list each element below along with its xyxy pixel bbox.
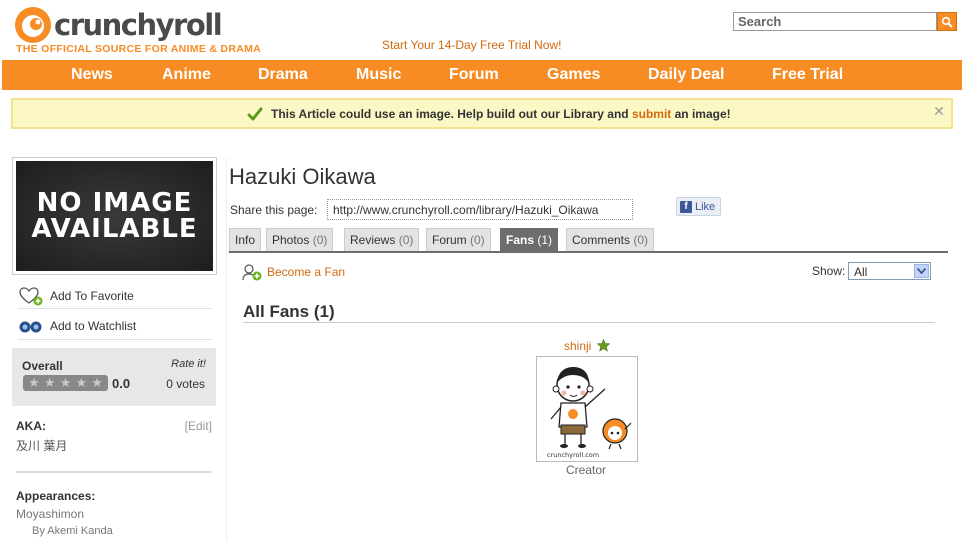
nav-forum[interactable]: Forum bbox=[449, 60, 499, 90]
no-image-line-1: NO IMAGE bbox=[36, 188, 193, 218]
facebook-like-label: Like bbox=[695, 200, 716, 213]
tab-reviews[interactable]: Reviews (0) bbox=[344, 228, 420, 252]
tab-info[interactable]: Info bbox=[229, 228, 262, 252]
nav-free-trial[interactable]: Free Trial bbox=[772, 60, 843, 90]
show-filter-label: Show: bbox=[812, 264, 846, 278]
page-title: Hazuki Oikawa bbox=[229, 164, 376, 189]
tab-label: Photos bbox=[272, 233, 310, 247]
search-icon bbox=[941, 16, 953, 28]
show-filter-value: All bbox=[854, 265, 868, 279]
tab-label: Comments bbox=[572, 233, 631, 247]
tab-photos[interactable]: Photos (0) bbox=[266, 228, 334, 252]
main-nav: News Anime Drama Music Forum Games Daily… bbox=[2, 60, 962, 90]
add-to-watchlist-label: Add to Watchlist bbox=[50, 319, 137, 333]
star-icon[interactable]: ★ bbox=[91, 375, 103, 391]
tab-count: (0) bbox=[398, 233, 414, 247]
tab-count: (0) bbox=[470, 233, 485, 247]
nav-music[interactable]: Music bbox=[356, 60, 401, 90]
no-image-panel: NO IMAGE AVAILABLE bbox=[16, 161, 213, 271]
add-to-favorite-button[interactable]: Add To Favorite bbox=[18, 282, 213, 308]
rating-panel: Overall Rate it! ★ ★ ★ ★ ★ 0.0 0 votes bbox=[12, 348, 216, 406]
tab-fans[interactable]: Fans (1) bbox=[500, 228, 559, 252]
rating-score: 0.0 bbox=[112, 376, 131, 391]
facebook-like-button[interactable]: f Like bbox=[676, 197, 721, 216]
tab-underline bbox=[229, 251, 948, 253]
fan-name-link[interactable]: shinji bbox=[564, 339, 591, 353]
rate-it-label: Rate it! bbox=[171, 358, 206, 370]
avatar-illustration: crunchyroll.com bbox=[547, 367, 632, 459]
add-to-favorite-label: Add To Favorite bbox=[50, 289, 134, 303]
star-icon[interactable]: ★ bbox=[75, 375, 87, 391]
divider bbox=[16, 471, 212, 473]
divider bbox=[18, 308, 213, 309]
chevron-down-icon[interactable] bbox=[914, 264, 929, 278]
share-label: Share this page: bbox=[230, 203, 318, 217]
notice-banner: This Article could use an image. Help bu… bbox=[11, 98, 953, 129]
add-to-watchlist-button[interactable]: Add to Watchlist bbox=[18, 312, 213, 338]
section-divider bbox=[243, 322, 935, 323]
avatar-caption: crunchyroll.com bbox=[547, 451, 599, 459]
tab-label: Reviews bbox=[350, 233, 396, 247]
crunchyroll-logo-icon bbox=[15, 7, 51, 43]
appearances-label: Appearances: bbox=[16, 489, 96, 503]
close-icon[interactable]: ✕ bbox=[932, 104, 946, 118]
aka-value: 及川 葉月 bbox=[16, 439, 68, 453]
submit-link[interactable]: submit bbox=[632, 107, 671, 121]
fan-avatar[interactable]: crunchyroll.com bbox=[536, 356, 638, 462]
notice-text-before: This Article could use an image. Help bu… bbox=[271, 107, 632, 121]
free-trial-link[interactable]: Start Your 14-Day Free Trial Now! bbox=[382, 38, 561, 52]
notice-text-after: an image! bbox=[671, 107, 731, 121]
star-icon[interactable]: ★ bbox=[28, 375, 40, 391]
no-image-line-2: AVAILABLE bbox=[31, 214, 198, 244]
sidebar: NO IMAGE AVAILABLE Add To Favorite Add t… bbox=[12, 157, 217, 541]
tab-comments[interactable]: Comments (0) bbox=[566, 228, 655, 252]
tab-label: Forum bbox=[432, 233, 467, 247]
notice-text: This Article could use an image. Help bu… bbox=[271, 107, 731, 121]
appearance-title-link[interactable]: Moyashimon bbox=[16, 507, 84, 521]
crunchyroll-logo[interactable]: crunchyroll THE OFFICIAL SOURCE FOR ANIM… bbox=[14, 6, 284, 58]
nav-anime[interactable]: Anime bbox=[162, 60, 211, 90]
fan-role: Creator bbox=[566, 463, 607, 477]
search-box bbox=[733, 12, 957, 31]
aka-label: AKA: bbox=[16, 419, 46, 433]
eyes-icon bbox=[19, 321, 42, 333]
column-divider bbox=[226, 157, 227, 541]
tab-label: Fans bbox=[506, 233, 535, 247]
search-button[interactable] bbox=[937, 12, 957, 31]
nav-daily-deal[interactable]: Daily Deal bbox=[648, 60, 724, 90]
search-input[interactable] bbox=[733, 12, 937, 31]
facebook-icon: f bbox=[680, 200, 692, 213]
site-header: crunchyroll THE OFFICIAL SOURCE FOR ANIM… bbox=[0, 0, 966, 60]
nav-drama[interactable]: Drama bbox=[258, 60, 308, 90]
heart-plus-icon bbox=[19, 287, 43, 306]
appearance-author: By Akemi Kanda bbox=[32, 525, 113, 537]
logo-wordmark: crunchyroll bbox=[54, 8, 223, 42]
add-fan-icon bbox=[242, 264, 262, 281]
tab-count: (0) bbox=[633, 233, 649, 247]
become-a-fan-label: Become a Fan bbox=[267, 265, 346, 279]
overall-label: Overall bbox=[22, 359, 63, 373]
checkmark-icon bbox=[247, 107, 263, 121]
tagline: THE OFFICIAL SOURCE FOR ANIME & DRAMA bbox=[16, 43, 262, 55]
divider bbox=[18, 339, 213, 340]
star-icon[interactable]: ★ bbox=[60, 375, 72, 391]
section-title: All Fans (1) bbox=[243, 302, 335, 321]
tab-forum[interactable]: Forum (0) bbox=[426, 228, 491, 252]
share-url-field[interactable] bbox=[327, 199, 633, 220]
star-rating[interactable]: ★ ★ ★ ★ ★ bbox=[23, 375, 108, 391]
show-filter-select[interactable]: All bbox=[848, 262, 931, 280]
tab-bar: Info Photos (0) Reviews (0) Forum (0) Fa… bbox=[229, 228, 949, 252]
star-icon[interactable]: ★ bbox=[44, 375, 56, 391]
tab-count: (0) bbox=[312, 233, 328, 247]
star-badge-icon bbox=[597, 339, 610, 352]
rating-votes: 0 votes bbox=[166, 377, 205, 391]
nav-news[interactable]: News bbox=[71, 60, 113, 90]
nav-games[interactable]: Games bbox=[547, 60, 600, 90]
tab-label: Info bbox=[235, 233, 256, 247]
tab-count: (1) bbox=[537, 233, 553, 247]
aka-edit-link[interactable]: [Edit] bbox=[185, 419, 212, 433]
no-image-placeholder: NO IMAGE AVAILABLE bbox=[12, 157, 217, 275]
